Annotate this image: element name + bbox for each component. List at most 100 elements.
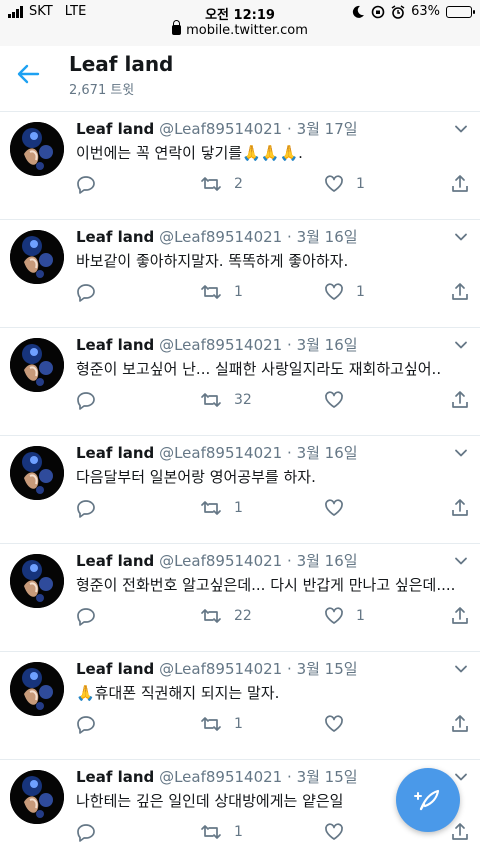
avatar[interactable] [10,446,64,500]
avatar[interactable] [10,122,64,176]
author-name[interactable]: Leaf land [76,768,154,786]
reply-button[interactable] [76,390,96,410]
tweet[interactable]: Leaf land @Leaf89514021 · 3월 16일 바보같이 좋아… [0,220,480,328]
avatar-image [10,338,64,392]
author-handle[interactable]: @Leaf89514021 [159,336,282,354]
retweet-icon [201,501,221,515]
chevron-down-icon[interactable] [454,230,468,244]
retweet-button[interactable]: 2 [200,174,243,194]
tweet-date[interactable]: 3월 15일 [297,768,358,786]
tweet-date[interactable]: 3월 16일 [297,552,358,570]
author-handle[interactable]: @Leaf89514021 [159,552,282,570]
chevron-down-icon[interactable] [454,446,468,460]
tweet-date[interactable]: 3월 15일 [297,660,358,678]
tweet[interactable]: Leaf land @Leaf89514021 · 3월 15일 🙏휴대폰 직권… [0,652,480,760]
author-handle[interactable]: @Leaf89514021 [159,444,282,462]
avatar-image [10,770,64,824]
author-name[interactable]: Leaf land [76,660,154,678]
avatar[interactable] [10,338,64,392]
tweet-date[interactable]: 3월 16일 [297,336,358,354]
url-text: mobile.twitter.com [186,23,308,38]
avatar[interactable] [10,770,64,824]
share-button[interactable] [450,174,470,194]
rotation-lock-icon [371,5,385,18]
like-count: 1 [356,608,365,624]
like-button[interactable]: 1 [324,282,365,302]
share-button[interactable] [450,714,470,734]
reply-button[interactable] [76,606,96,626]
retweet-button[interactable]: 1 [200,714,243,734]
share-button[interactable] [450,390,470,410]
reply-icon [77,500,95,518]
lock-icon [172,20,182,35]
chevron-down-icon[interactable] [454,554,468,568]
tweet-date[interactable]: 3월 17일 [297,120,358,138]
tweet[interactable]: Leaf land @Leaf89514021 · 3월 17일 이번에는 꼭 … [0,112,480,220]
retweet-icon [201,177,221,191]
share-icon [452,391,468,408]
share-button[interactable] [450,822,470,842]
tweet[interactable]: Leaf land @Leaf89514021 · 3월 16일 형준이 전화번… [0,544,480,652]
heart-icon [325,283,343,300]
tweet[interactable]: Leaf land @Leaf89514021 · 3월 16일 형준이 보고싶… [0,328,480,436]
chevron-down-icon[interactable] [454,662,468,676]
like-button[interactable] [324,390,356,410]
battery-icon [446,5,475,18]
separator-dot: · [287,228,292,246]
like-count: 1 [356,284,365,300]
compose-tweet-button[interactable] [396,768,460,832]
reply-icon [77,176,95,194]
author-name[interactable]: Leaf land [76,228,154,246]
tweet-header: Leaf land @Leaf89514021 · 3월 15일 [76,658,358,679]
like-button[interactable] [324,714,356,734]
tweet-text: 형준이 보고싶어 난... 실패한 사랑일지라도 재회하고싶어.. [76,360,442,378]
share-button[interactable] [450,606,470,626]
author-name[interactable]: Leaf land [76,552,154,570]
url-bar[interactable]: mobile.twitter.com [0,20,480,38]
tweet-date[interactable]: 3월 16일 [297,228,358,246]
author-name[interactable]: Leaf land [76,444,154,462]
tweet-text: 형준이 전화번호 알고싶은데... 다시 반갑게 만나고 싶은데.... [76,576,456,594]
tweet-actions: 22 1 [76,606,472,630]
reply-button[interactable] [76,714,96,734]
like-button[interactable]: 1 [324,606,365,626]
author-name[interactable]: Leaf land [76,120,154,138]
author-handle[interactable]: @Leaf89514021 [159,120,282,138]
reply-button[interactable] [76,282,96,302]
author-handle[interactable]: @Leaf89514021 [159,768,282,786]
retweet-icon [201,393,221,407]
reply-button[interactable] [76,822,96,842]
retweet-button[interactable]: 1 [200,498,243,518]
share-button[interactable] [450,498,470,518]
reply-icon [77,392,95,410]
reply-button[interactable] [76,174,96,194]
avatar[interactable] [10,662,64,716]
chevron-down-icon[interactable] [454,122,468,136]
like-button[interactable] [324,822,356,842]
avatar[interactable] [10,230,64,284]
reply-button[interactable] [76,498,96,518]
retweet-button[interactable]: 22 [200,606,252,626]
like-button[interactable]: 1 [324,174,365,194]
tweet-actions: 1 1 [76,282,472,306]
retweet-button[interactable]: 1 [200,282,243,302]
reply-icon [77,284,95,302]
retweet-button[interactable]: 32 [200,390,252,410]
tweet-date[interactable]: 3월 16일 [297,444,358,462]
retweet-button[interactable]: 1 [200,822,243,842]
back-arrow-icon[interactable] [14,60,42,88]
retweet-icon [201,825,221,839]
share-icon [452,823,468,840]
heart-icon [325,607,343,624]
author-handle[interactable]: @Leaf89514021 [159,228,282,246]
author-name[interactable]: Leaf land [76,336,154,354]
battery-percent: 63% [411,4,440,19]
author-handle[interactable]: @Leaf89514021 [159,660,282,678]
like-button[interactable] [324,498,356,518]
chevron-down-icon[interactable] [454,338,468,352]
chevron-down-icon[interactable] [454,770,468,784]
share-button[interactable] [450,282,470,302]
retweet-count: 1 [234,824,243,840]
avatar[interactable] [10,554,64,608]
tweet[interactable]: Leaf land @Leaf89514021 · 3월 16일 다음달부터 일… [0,436,480,544]
